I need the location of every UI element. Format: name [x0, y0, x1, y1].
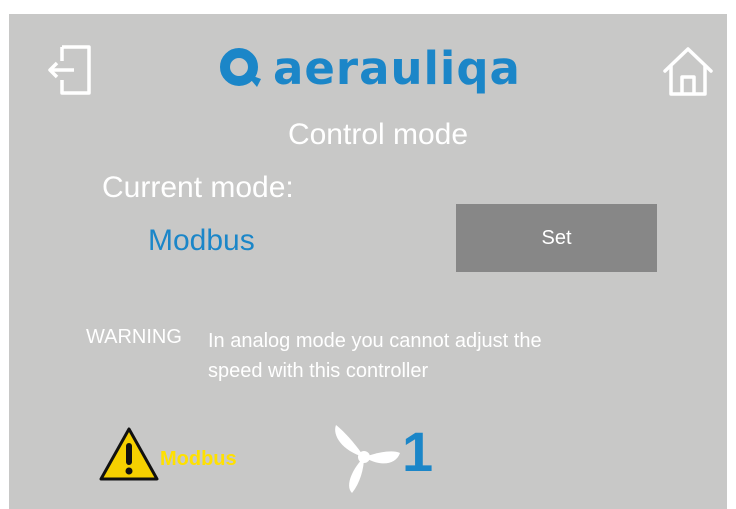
fan-speed-value: 1 [402, 420, 434, 483]
warning-message: In analog mode you cannot adjust the spe… [208, 330, 542, 382]
brand-logo: aerauliqa [219, 41, 521, 97]
current-mode-label: Current mode: [102, 171, 294, 204]
set-button[interactable]: Set [456, 204, 657, 272]
page-title: Control mode [287, 118, 469, 151]
status-mode-text: Modbus [160, 448, 237, 470]
brand-name: aerauliqa [273, 42, 521, 95]
logo-mark-icon [220, 48, 261, 87]
home-icon[interactable] [660, 44, 716, 98]
warning-triangle-icon [98, 426, 160, 482]
current-mode-value: Modbus [148, 224, 255, 257]
fan-icon [330, 420, 402, 494]
warning-label: WARNING [86, 326, 182, 348]
exit-icon[interactable] [46, 44, 94, 96]
